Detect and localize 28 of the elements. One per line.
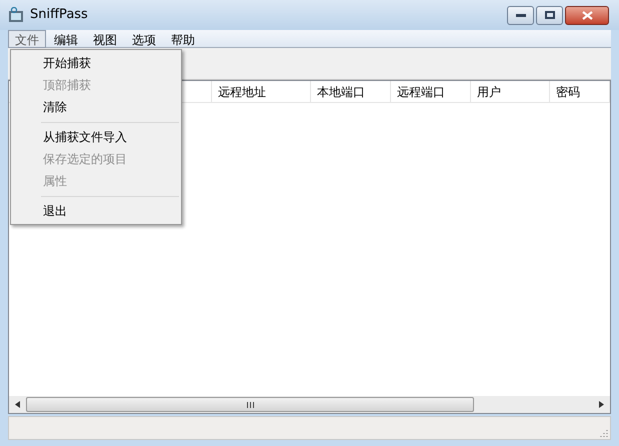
menu-item[interactable]: 帮助 — [164, 30, 202, 48]
menu-option[interactable]: 开始捕获 — [11, 52, 181, 74]
minimize-icon — [516, 14, 526, 16]
scroll-right-icon — [599, 401, 604, 408]
grip-icon — [246, 402, 254, 408]
close-button[interactable] — [565, 6, 609, 24]
menu-option[interactable]: 清除 — [11, 96, 181, 118]
maximize-button[interactable] — [536, 6, 563, 24]
resize-grip-icon — [600, 429, 608, 437]
column-header[interactable]: 远程地址 — [212, 81, 311, 103]
menu-option[interactable]: 从捕获文件导入 — [11, 126, 181, 148]
window-title: SniffPass — [30, 6, 88, 24]
column-header[interactable]: 远程端口 — [391, 81, 471, 103]
minimize-button[interactable] — [507, 6, 534, 24]
column-header[interactable]: 用户 — [471, 81, 550, 103]
menu-option[interactable]: 退出 — [11, 200, 181, 222]
horizontal-scrollbar[interactable] — [9, 396, 610, 413]
column-header[interactable]: 密码 — [550, 81, 610, 103]
menu-item[interactable]: 文件 — [8, 30, 46, 48]
menu-item[interactable]: 视图 — [86, 30, 124, 48]
scroll-left-icon — [15, 401, 20, 408]
menu-item[interactable]: 选项 — [125, 30, 163, 48]
scroll-thumb[interactable] — [26, 397, 474, 412]
column-header[interactable]: 本地端口 — [311, 81, 391, 103]
app-icon — [8, 7, 24, 23]
maximize-icon — [544, 11, 554, 19]
menu-item[interactable]: 编辑 — [47, 30, 85, 48]
close-icon — [582, 10, 592, 20]
